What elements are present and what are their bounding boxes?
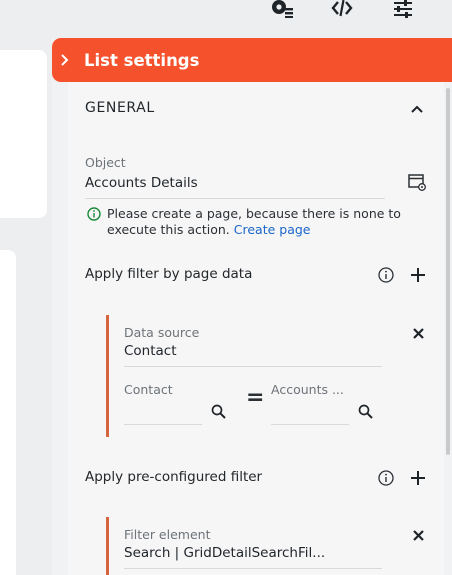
warning-message: Please create a page, because there is n… xyxy=(107,206,407,238)
data-source-value[interactable]: Contact xyxy=(124,343,177,359)
right-field-label: Accounts ... xyxy=(271,382,344,397)
plus-icon xyxy=(411,471,425,485)
filter-element-label: Filter element xyxy=(124,527,211,542)
create-page-link[interactable]: Create page xyxy=(234,222,311,237)
add-preconfigured-filter-button[interactable] xyxy=(408,468,428,488)
data-source-label: Data source xyxy=(124,325,200,340)
settings-gear-icon[interactable] xyxy=(267,0,295,18)
window-settings-icon xyxy=(408,173,426,191)
filter-info-button[interactable] xyxy=(377,266,395,284)
panel-header: List settings xyxy=(52,38,452,82)
search-icon xyxy=(358,404,373,419)
preconfigured-accent-bar xyxy=(106,517,109,575)
object-label: Object xyxy=(85,155,126,170)
preconfigured-filter-title: Apply pre-configured filter xyxy=(85,469,263,485)
plus-icon xyxy=(411,268,425,282)
code-icon[interactable] xyxy=(328,0,356,18)
info-circle-icon xyxy=(378,267,394,283)
left-field-value[interactable] xyxy=(124,402,199,420)
right-field-value[interactable] xyxy=(271,402,346,420)
remove-condition-button[interactable] xyxy=(409,324,427,342)
close-icon xyxy=(412,529,424,541)
remove-filter-element-button[interactable] xyxy=(409,526,427,544)
collapse-section-button[interactable] xyxy=(408,100,426,118)
list-settings-panel: List settings xyxy=(52,38,452,575)
general-section-title: GENERAL xyxy=(85,100,155,116)
right-field-underline xyxy=(271,424,349,425)
add-page-filter-button[interactable] xyxy=(408,265,428,285)
chevron-up-icon xyxy=(411,105,423,113)
filter-element-underline xyxy=(124,568,382,569)
object-field-underline xyxy=(85,198,385,199)
left-field-search-button[interactable] xyxy=(209,402,227,420)
left-field-underline xyxy=(124,424,202,425)
object-settings-button[interactable] xyxy=(407,172,427,192)
info-circle-icon xyxy=(378,470,394,486)
sliders-icon[interactable] xyxy=(389,0,417,18)
search-icon xyxy=(211,404,226,419)
left-field-label: Contact xyxy=(124,382,173,397)
chevron-right-icon xyxy=(61,54,69,66)
close-icon xyxy=(412,327,424,339)
filter-element-value[interactable]: Search | GridDetailSearchFil... xyxy=(124,545,325,561)
filter-by-page-title: Apply filter by page data xyxy=(85,266,253,282)
right-field-search-button[interactable] xyxy=(356,402,374,420)
panel-title: List settings xyxy=(84,50,200,70)
info-icon xyxy=(86,206,101,221)
equals-operator[interactable]: = xyxy=(246,385,264,410)
collapse-panel-button[interactable] xyxy=(54,38,76,82)
panel-scrollbar[interactable] xyxy=(446,88,450,455)
background-card xyxy=(0,50,47,218)
data-source-underline xyxy=(124,366,382,367)
background-card xyxy=(0,250,16,575)
object-value[interactable]: Accounts Details xyxy=(85,175,198,191)
condition-accent-bar xyxy=(106,315,109,437)
preconfigured-info-button[interactable] xyxy=(377,469,395,487)
